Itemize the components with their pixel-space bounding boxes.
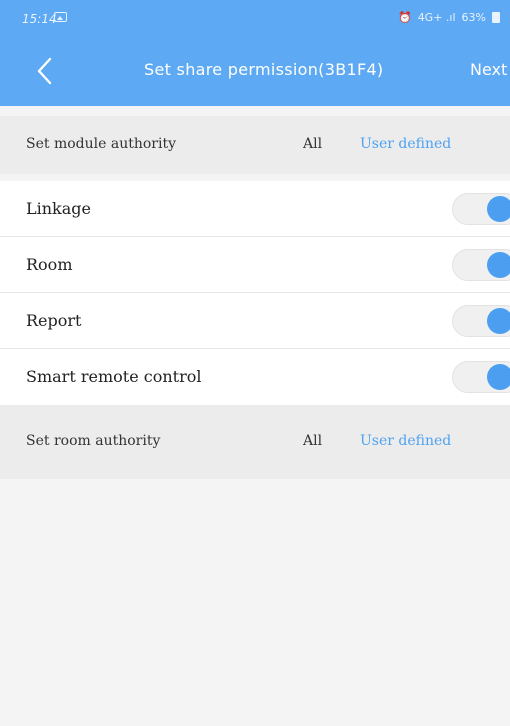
page-title: Set share permission(3B1F4) — [144, 60, 384, 79]
module-label: Room — [26, 255, 73, 274]
alarm-icon: ⏰ — [397, 11, 412, 24]
list-item: Smart remote control — [0, 349, 510, 405]
module-option-all[interactable]: All — [303, 136, 322, 152]
module-list: Linkage Room Report Smart remote control — [0, 181, 510, 405]
toggle-knob — [487, 364, 510, 390]
linkage-toggle[interactable] — [452, 193, 510, 225]
next-button[interactable]: Next — [470, 60, 507, 79]
signal-indicator: 4G+ .ıl — [417, 11, 456, 24]
module-authority-label: Set module authority — [26, 136, 176, 152]
toggle-knob — [487, 308, 510, 334]
status-bar: 15:14 ⏰ 4G+ .ıl 63% — [0, 0, 510, 34]
list-item: Report — [0, 293, 510, 349]
room-authority-label: Set room authority — [26, 433, 161, 449]
report-toggle[interactable] — [452, 305, 510, 337]
toggle-knob — [487, 252, 510, 278]
smart-remote-control-toggle[interactable] — [452, 361, 510, 393]
module-option-user-defined[interactable]: User defined — [360, 136, 451, 152]
list-item: Linkage — [0, 181, 510, 237]
toggle-knob — [487, 196, 510, 222]
room-authority-header: Set room authority All User defined — [0, 405, 510, 479]
app-header: 15:14 ⏰ 4G+ .ıl 63% Set share permission… — [0, 0, 510, 106]
nav-bar: Set share permission(3B1F4) Next — [0, 46, 510, 98]
battery-icon — [492, 12, 500, 23]
room-option-all[interactable]: All — [303, 433, 322, 449]
module-label: Smart remote control — [26, 367, 202, 386]
module-authority-header: Set module authority All User defined — [0, 116, 510, 174]
room-option-user-defined[interactable]: User defined — [360, 433, 451, 449]
status-indicators: ⏰ 4G+ .ıl 63% — [398, 11, 500, 24]
module-label: Report — [26, 311, 82, 330]
battery-percent: 63% — [461, 11, 486, 24]
back-button[interactable] — [32, 56, 58, 86]
chevron-left-icon — [37, 57, 52, 85]
list-item: Room — [0, 237, 510, 293]
module-label: Linkage — [26, 199, 91, 218]
image-notification-icon — [54, 12, 67, 22]
status-time: 15:14 — [22, 12, 57, 26]
room-toggle[interactable] — [452, 249, 510, 281]
